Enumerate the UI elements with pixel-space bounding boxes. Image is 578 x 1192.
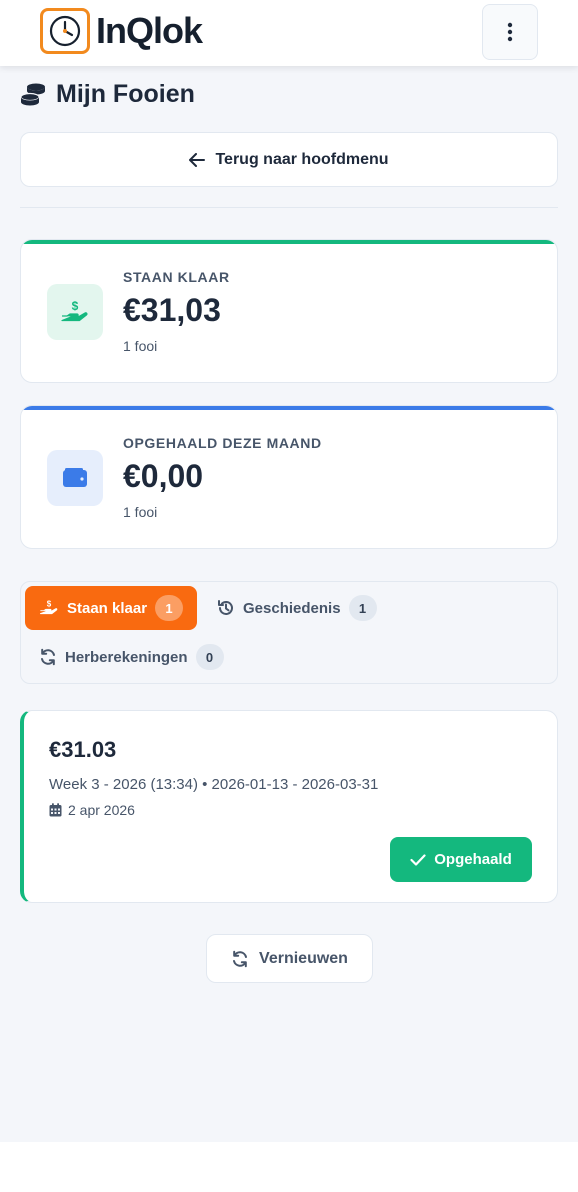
app-header: InQlok xyxy=(0,0,578,66)
vertical-ellipsis-icon xyxy=(507,22,513,42)
brand-name: InQlok xyxy=(96,10,203,51)
tab-label: Herberekeningen xyxy=(65,648,188,666)
tab-count-badge: 1 xyxy=(348,595,377,621)
page-title: Mijn Fooien xyxy=(20,80,195,109)
tab-label: Staan klaar xyxy=(67,599,148,617)
tab-count-badge: 1 xyxy=(155,595,184,621)
stat-count: 1 fooi xyxy=(123,504,158,520)
refresh-icon xyxy=(41,648,55,666)
wallet-icon xyxy=(47,450,103,506)
stat-count: 1 fooi xyxy=(123,338,158,354)
stat-card-accent-bar xyxy=(21,240,557,244)
mark-collected-label: Opgehaald xyxy=(434,851,512,868)
tab-history[interactable]: Geschiedenis 1 xyxy=(203,586,391,630)
tab-recalculations[interactable]: Herberekeningen 0 xyxy=(25,635,238,679)
stat-label: STAAN KLAAR xyxy=(123,269,230,285)
stat-amount: €31,03 xyxy=(123,292,221,328)
refresh-button[interactable]: Vernieuwen xyxy=(206,934,373,983)
stat-card-accent-bar xyxy=(21,406,557,410)
coins-icon xyxy=(20,83,45,105)
refresh-button-label: Vernieuwen xyxy=(259,949,348,967)
tab-ready[interactable]: $ Staan klaar 1 xyxy=(25,586,198,630)
calendar-icon xyxy=(49,803,62,817)
clock-icon xyxy=(40,8,90,54)
brand-logo[interactable]: InQlok xyxy=(40,8,203,54)
refresh-icon xyxy=(233,950,248,967)
main-content: Mijn Fooien Terug naar hoofdmenu $ STAAN… xyxy=(0,66,578,1142)
history-icon xyxy=(218,600,233,615)
svg-text:$: $ xyxy=(47,600,52,609)
mark-collected-button[interactable]: Opgehaald xyxy=(390,837,532,882)
hand-holding-dollar-icon: $ xyxy=(47,284,103,340)
check-icon xyxy=(410,853,426,866)
back-to-main-menu-button[interactable]: Terug naar hoofdmenu xyxy=(20,132,558,187)
more-menu-button[interactable] xyxy=(482,4,538,60)
tip-date-text: 2 apr 2026 xyxy=(68,802,135,818)
stat-amount: €0,00 xyxy=(123,458,204,494)
back-button-label: Terug naar hoofdmenu xyxy=(215,150,389,168)
tab-count-badge: 0 xyxy=(195,644,224,670)
page-title-text: Mijn Fooien xyxy=(56,80,195,108)
tab-label: Geschiedenis xyxy=(243,599,341,617)
divider xyxy=(20,207,558,208)
tip-card: €31.03 Week 3 - 2026 (13:34) • 2026-01-1… xyxy=(20,710,558,903)
tip-amount: €31.03 xyxy=(49,737,117,762)
stat-card-ready: $ STAAN KLAAR €31,03 1 fooi xyxy=(20,239,558,383)
arrow-left-icon xyxy=(189,152,206,167)
stat-card-collected-month: OPGEHAALD DEZE MAAND €0,00 1 fooi xyxy=(20,405,558,549)
stat-label: OPGEHAALD DEZE MAAND xyxy=(123,435,322,451)
tip-tabs: $ Staan klaar 1 Geschiedenis 1 Herbereke… xyxy=(20,581,558,684)
tip-period: Week 3 - 2026 (13:34) • 2026-01-13 - 202… xyxy=(49,776,379,793)
hand-holding-dollar-icon: $ xyxy=(39,600,58,615)
tip-date: 2 apr 2026 xyxy=(49,802,135,818)
svg-text:$: $ xyxy=(72,299,79,313)
